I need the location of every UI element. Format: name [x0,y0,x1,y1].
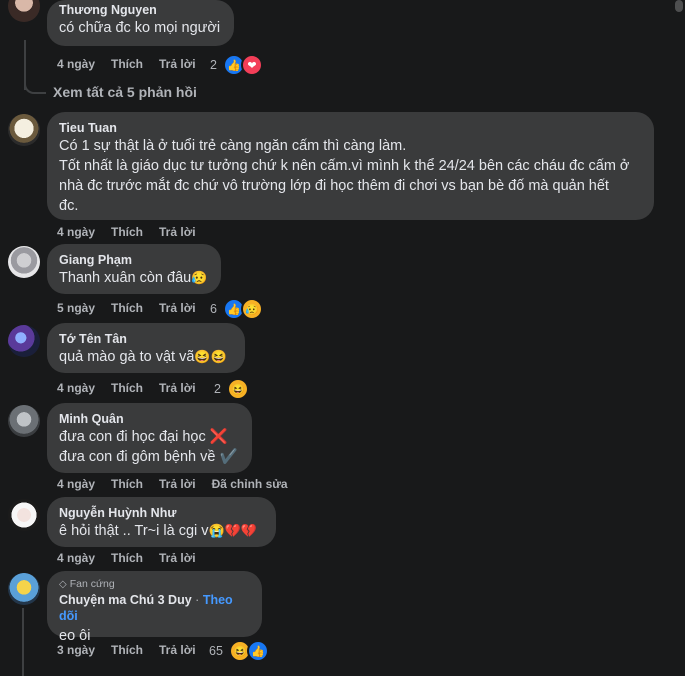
laughing-emoji-icon: 😆 [210,349,227,364]
sad-face-emoji-icon: 😥 [191,270,208,285]
reply-button[interactable]: Trả lời [159,301,196,315]
comment-text-content: Thanh xuân còn đâu [59,270,192,286]
comment-time[interactable]: 4 ngày [57,57,95,71]
broken-heart-emoji-icon: 💔 [224,523,241,538]
comment-text: ê hỏi thật .. Tr~i là cgi v😭💔💔 [59,521,264,541]
separator: · [195,593,200,607]
comment-actions: 4 ngày Thích Trả lời Đã chỉnh sửa [57,476,304,492]
like-button[interactable]: Thích [111,643,143,657]
reply-button[interactable]: Trả lời [159,477,196,491]
comment-actions: 3 ngày Thích Trả lời [57,642,212,658]
comment-time[interactable]: 3 ngày [57,643,95,657]
comment-time[interactable]: 5 ngày [57,301,95,315]
badge-label: Fan cứng [69,578,115,590]
reaction-summary[interactable]: 2 😆 [214,378,249,400]
comment-actions: 5 ngày Thích Trả lời [57,300,212,316]
comment-time[interactable]: 4 ngày [57,225,95,239]
edited-label[interactable]: Đã chỉnh sửa [212,477,288,491]
avatar[interactable] [8,573,40,605]
comment-bubble: Thương Nguyen có chữa đc ko mọi người [47,0,234,46]
reaction-summary[interactable]: 65 😆 👍 [209,640,269,662]
scroll-thumb[interactable] [675,0,683,12]
comment-actions: 4 ngày Thích Trả lời [57,224,212,240]
avatar[interactable] [8,499,40,531]
like-button[interactable]: Thích [111,477,143,491]
thread-connector-elbow [24,78,46,94]
reply-button[interactable]: Trả lời [159,57,196,71]
comment-text-line: Tốt nhất là giáo dục tư tưởng chứ k nên … [59,158,630,174]
comment-text-line: đưa con đi học đại học ❌ [59,429,228,445]
reaction-count: 2 [214,382,221,396]
comment-text: quả mào gà to vật vã😆😆 [59,347,233,367]
comment-author[interactable]: Tớ Tên Tân [59,331,233,347]
top-fan-badge: ◇ Fan cứng [59,577,250,592]
comment-actions: 4 ngày Thích Trả lời [57,380,212,396]
comment-author[interactable]: Chuyện ma Chú 3 Duy [59,593,192,607]
comment-author[interactable]: Tieu Tuan [59,120,642,136]
scrollbar[interactable] [673,0,685,676]
like-button[interactable]: Thích [111,57,143,71]
comment-text-line: đc. [59,198,79,214]
reaction-count: 2 [210,58,217,72]
reaction-summary[interactable]: 6 👍 😥 [210,298,263,320]
laughing-emoji-icon: 😆 [194,349,211,364]
comment-text-line: đưa con đi gôm bệnh về ✔️ [59,449,238,465]
avatar[interactable] [8,405,40,437]
comment-bubble: Nguyễn Huỳnh Như ê hỏi thật .. Tr~i là c… [47,497,276,547]
comment-actions: 4 ngày Thích Trả lời [57,56,212,72]
like-button[interactable]: Thích [111,301,143,315]
comment-bubble: Tieu Tuan Có 1 sự thật là ở tuổi trẻ càn… [47,112,654,220]
like-button[interactable]: Thích [111,225,143,239]
comment-text: có chữa đc ko mọi người [59,20,221,36]
reply-button[interactable]: Trả lời [159,225,196,239]
comment-author-line: Chuyện ma Chú 3 Duy · Theo dõi [59,592,250,624]
comment-time[interactable]: 4 ngày [57,551,95,565]
reply-button[interactable]: Trả lời [159,381,196,395]
reply-button[interactable]: Trả lời [159,551,196,565]
reaction-count: 65 [209,644,223,658]
comment-author[interactable]: Nguyễn Huỳnh Như [59,505,264,521]
comment-author[interactable]: Thương Nguyen [59,2,222,18]
avatar[interactable] [8,325,40,357]
comment-text-line: nhà đc trước mắt đc chứ vô trường lớp đi… [59,178,609,194]
thread-connector [22,608,24,676]
avatar[interactable] [8,114,40,146]
broken-heart-emoji-icon: 💔 [240,523,258,538]
comment-actions: 4 ngày Thích Trả lời [57,550,212,566]
like-reaction-icon: 👍 [246,640,269,662]
comment-author[interactable]: Minh Quân [59,411,240,427]
reaction-count: 6 [210,302,217,316]
like-button[interactable]: Thích [111,381,143,395]
avatar[interactable] [8,246,40,278]
haha-reaction-icon: 😆 [226,378,249,400]
comment-text-content: quả mào gà to vật vã [59,349,195,365]
sad-reaction-icon: 😥 [240,298,263,320]
comment-text-line: Có 1 sự thật là ở tuổi trẻ càng ngăn cấm… [59,138,407,154]
comment-text: Thanh xuân còn đâu😥 [59,268,209,288]
comment-author[interactable]: Giang Phạm [59,252,209,268]
comment-bubble: ◇ Fan cứng Chuyện ma Chú 3 Duy · Theo dõi… [47,571,262,644]
comment-time[interactable]: 4 ngày [57,477,95,491]
comment-bubble: Minh Quân đưa con đi học đại học ❌ đưa c… [47,403,252,473]
view-all-replies-link[interactable]: Xem tất cả 5 phản hồi [53,84,197,100]
crying-emoji-icon: 😭 [208,523,225,538]
reaction-summary[interactable]: 2 👍 ❤ [210,54,263,76]
diamond-icon: ◇ [59,579,67,590]
reply-button[interactable]: Trả lời [159,643,196,657]
avatar[interactable] [8,0,40,22]
comment-bubble: Giang Phạm Thanh xuân còn đâu😥 [47,244,221,294]
love-reaction-icon: ❤ [240,54,263,76]
like-button[interactable]: Thích [111,551,143,565]
comment-time[interactable]: 4 ngày [57,381,95,395]
comment-text-content: ê hỏi thật .. Tr~i là cgi v [59,523,209,539]
comment-bubble: Tớ Tên Tân quả mào gà to vật vã😆😆 [47,323,245,373]
